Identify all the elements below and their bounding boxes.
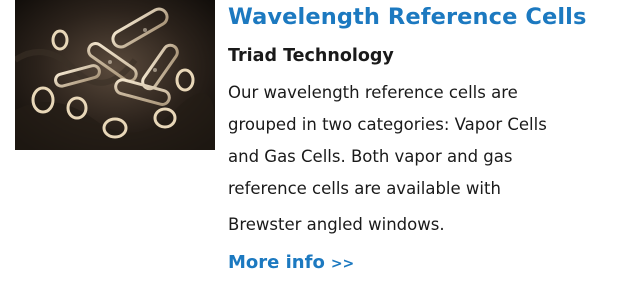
- description-line: and Gas Cells. Both vapor and gas: [228, 147, 513, 166]
- product-title[interactable]: Wavelength Reference Cells: [228, 4, 586, 30]
- more-info-label: More info: [228, 252, 325, 273]
- more-info-link[interactable]: More info >>: [228, 252, 354, 273]
- product-image[interactable]: [15, 0, 215, 150]
- product-card: Wavelength Reference Cells Triad Technol…: [0, 0, 637, 282]
- company-name: Triad Technology: [228, 46, 394, 66]
- description-line: reference cells are available with: [228, 179, 501, 198]
- description-line: grouped in two categories: Vapor Cells: [228, 115, 547, 134]
- double-chevron-right-icon: >>: [330, 256, 355, 272]
- description-line: Brewster angled windows.: [228, 215, 445, 234]
- description-line: Our wavelength reference cells are: [228, 83, 518, 102]
